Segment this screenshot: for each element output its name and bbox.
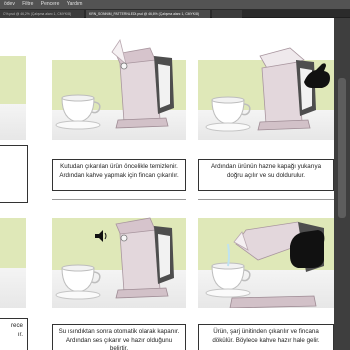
coffee-machine-illustration bbox=[111, 39, 174, 129]
document-tab-1[interactable]: C%.psd @ 46,2% (Çalışma alanı 1, CMYK/8) bbox=[0, 10, 84, 18]
vertical-scrollbar[interactable] bbox=[334, 18, 350, 350]
caption-step-2: Kutudan çıkarılan ürün öncelikle temizle… bbox=[52, 159, 186, 191]
illustration-panel-3 bbox=[198, 24, 334, 140]
caption-step-4: rece ır. bbox=[0, 318, 28, 350]
menu-item-help[interactable]: Yardım bbox=[67, 1, 83, 7]
illustration-panel-1 bbox=[0, 24, 26, 140]
menu-item-filter[interactable]: Filtre bbox=[22, 1, 33, 7]
menu-item-edit[interactable]: ödev bbox=[4, 1, 15, 7]
document-canvas[interactable]: Kutudan çıkarılan ürün öncelikle temizle… bbox=[0, 18, 350, 350]
hand-icon bbox=[290, 230, 325, 268]
caption-step-6: Ürün, şarj ünitinden çıkarılır ve fincan… bbox=[198, 324, 334, 350]
document-tab-3[interactable] bbox=[212, 10, 242, 18]
menu-bar: ödev Filtre Pencere Yardım bbox=[0, 0, 350, 9]
caption-step-4-line-2: ır. bbox=[17, 330, 23, 338]
caption-step-3: Ardından ürünün hazne kapağı yukarıya do… bbox=[198, 159, 334, 191]
illustration-panel-5 bbox=[52, 204, 186, 308]
divider-line bbox=[52, 199, 186, 200]
document-tab-bar: C%.psd @ 46,2% (Çalışma alanı 1, CMYK/8)… bbox=[0, 9, 350, 18]
scrollbar-thumb[interactable] bbox=[338, 78, 346, 218]
coffee-cup-illustration bbox=[55, 94, 101, 130]
menu-item-window[interactable]: Pencere bbox=[41, 1, 60, 7]
divider-line bbox=[198, 199, 334, 200]
coffee-cup-illustration bbox=[55, 264, 101, 300]
artboard: Kutudan çıkarılan ürün öncelikle temizle… bbox=[0, 18, 334, 350]
coffee-machine-illustration bbox=[115, 217, 174, 299]
document-tab-2[interactable]: KRN_SONNIM_PATTERNLEDI.psd @ 46,6% (Çalı… bbox=[86, 10, 210, 18]
caption-step-5: Su ısındıktan sonra otomatik olarak kapa… bbox=[52, 324, 186, 350]
caption-step-4-line-1: rece bbox=[10, 322, 23, 329]
charging-base-illustration bbox=[229, 295, 317, 308]
illustration-panel-2 bbox=[52, 24, 186, 140]
illustration-panel-6 bbox=[198, 204, 334, 308]
sound-icon bbox=[95, 230, 107, 242]
hand-icon bbox=[304, 63, 330, 88]
caption-step-1-top bbox=[0, 145, 28, 203]
coffee-cup-illustration bbox=[205, 96, 251, 132]
illustration-panel-4 bbox=[0, 204, 26, 308]
